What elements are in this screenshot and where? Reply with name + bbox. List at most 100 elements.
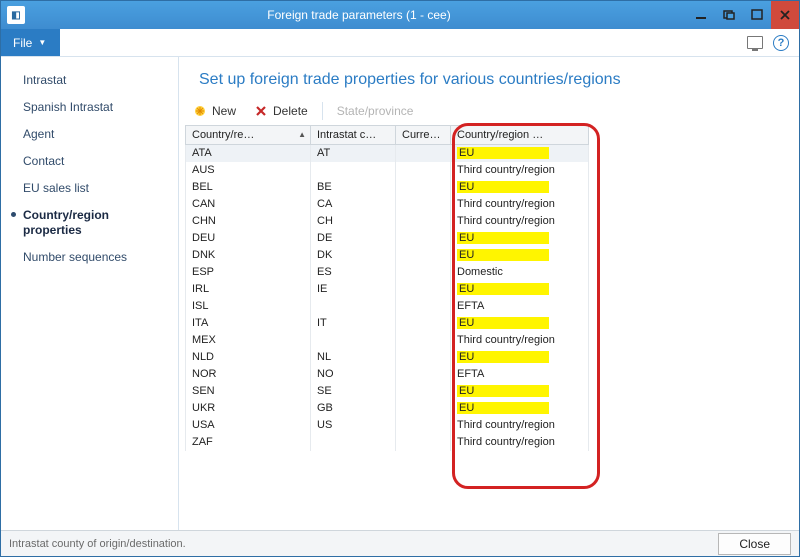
sidebar-item-number-sequences[interactable]: Number sequences	[1, 244, 178, 271]
cell[interactable]: DEU	[186, 230, 311, 247]
cell[interactable]: NO	[311, 366, 396, 383]
cell[interactable]	[396, 366, 451, 383]
cell[interactable]: EFTA	[451, 366, 589, 383]
table-row[interactable]: ISL EFTA	[186, 298, 589, 315]
cell[interactable]: NL	[311, 349, 396, 366]
table-row[interactable]: DNKDKEU	[186, 247, 589, 264]
cell[interactable]	[311, 434, 396, 451]
sidebar-item-agent[interactable]: Agent	[1, 121, 178, 148]
table-row[interactable]: IRLIE EU	[186, 281, 589, 298]
help-icon[interactable]: ?	[773, 35, 789, 51]
table-row[interactable]: MEX Third country/region	[186, 332, 589, 349]
cell[interactable]: Third country/region	[451, 417, 589, 434]
cell[interactable]: IT	[311, 315, 396, 332]
table-row[interactable]: UKRGB EU	[186, 400, 589, 417]
cell[interactable]: NLD	[186, 349, 311, 366]
col-country[interactable]: Country/re…▲	[186, 126, 311, 145]
sidebar-item-contact[interactable]: Contact	[1, 148, 178, 175]
table-row[interactable]: BELBEEU	[186, 179, 589, 196]
cell[interactable]: EU	[451, 281, 589, 298]
sidebar-item-spanish-intrastat[interactable]: Spanish Intrastat	[1, 94, 178, 121]
cell[interactable]: CAN	[186, 196, 311, 213]
view-icon[interactable]	[747, 36, 763, 49]
cell[interactable]: EU	[451, 247, 589, 264]
cell[interactable]	[396, 349, 451, 366]
cell[interactable]: ZAF	[186, 434, 311, 451]
cell[interactable]	[396, 434, 451, 451]
cell[interactable]: AT	[311, 145, 396, 162]
file-menu-button[interactable]: File ▼	[1, 29, 60, 56]
cell[interactable]	[396, 196, 451, 213]
cell[interactable]: EU	[451, 230, 589, 247]
cell[interactable]: EU	[451, 179, 589, 196]
cell[interactable]: Third country/region	[451, 332, 589, 349]
table-row[interactable]: AUS Third country/region	[186, 162, 589, 179]
cell[interactable]	[396, 230, 451, 247]
cell[interactable]: ATA	[186, 145, 311, 162]
restore-button[interactable]	[715, 1, 743, 29]
cell[interactable]: Third country/region	[451, 162, 589, 179]
cell[interactable]: IE	[311, 281, 396, 298]
cell[interactable]	[396, 383, 451, 400]
col-country-region-type[interactable]: Country/region …	[451, 126, 589, 145]
table-row[interactable]: SENSE EU	[186, 383, 589, 400]
cell[interactable]	[396, 332, 451, 349]
table-row[interactable]: ITAIT EU	[186, 315, 589, 332]
table-row[interactable]: ESPESDomestic	[186, 264, 589, 281]
cell[interactable]: Third country/region	[451, 213, 589, 230]
cell[interactable]	[311, 332, 396, 349]
cell[interactable]	[396, 281, 451, 298]
cell[interactable]: SE	[311, 383, 396, 400]
cell[interactable]: UKR	[186, 400, 311, 417]
cell[interactable]	[396, 247, 451, 264]
delete-button[interactable]: Delete	[246, 101, 316, 121]
table-row[interactable]: ATAAT EU	[186, 145, 589, 162]
cell[interactable]: BE	[311, 179, 396, 196]
cell[interactable]	[396, 400, 451, 417]
cell[interactable]: EU	[451, 383, 589, 400]
cell[interactable]: Domestic	[451, 264, 589, 281]
cell[interactable]	[311, 162, 396, 179]
cell[interactable]: EU	[451, 349, 589, 366]
cell[interactable]: Third country/region	[451, 196, 589, 213]
cell[interactable]: CH	[311, 213, 396, 230]
cell[interactable]: IRL	[186, 281, 311, 298]
table-row[interactable]: USAUSThird country/region	[186, 417, 589, 434]
table-row[interactable]: CANCA Third country/region	[186, 196, 589, 213]
cell[interactable]: EFTA	[451, 298, 589, 315]
cell[interactable]	[396, 162, 451, 179]
close-button[interactable]: Close	[718, 533, 791, 555]
close-window-button[interactable]	[771, 1, 799, 29]
cell[interactable]: NOR	[186, 366, 311, 383]
cell[interactable]: USA	[186, 417, 311, 434]
new-button[interactable]: New	[185, 101, 244, 121]
cell[interactable]: ITA	[186, 315, 311, 332]
cell[interactable]: SEN	[186, 383, 311, 400]
cell[interactable]: MEX	[186, 332, 311, 349]
cell[interactable]: EU	[451, 315, 589, 332]
col-intrastat[interactable]: Intrastat c…	[311, 126, 396, 145]
cell[interactable]	[396, 298, 451, 315]
cell[interactable]: EU	[451, 145, 589, 162]
cell[interactable]: EU	[451, 400, 589, 417]
cell[interactable]: Third country/region	[451, 434, 589, 451]
maximize-button[interactable]	[743, 1, 771, 29]
col-currency[interactable]: Curre…	[396, 126, 451, 145]
cell[interactable]	[396, 417, 451, 434]
cell[interactable]: GB	[311, 400, 396, 417]
table-row[interactable]: NORNO EFTA	[186, 366, 589, 383]
cell[interactable]: CHN	[186, 213, 311, 230]
cell[interactable]	[396, 179, 451, 196]
cell[interactable]: DK	[311, 247, 396, 264]
minimize-button[interactable]	[687, 1, 715, 29]
cell[interactable]: ISL	[186, 298, 311, 315]
table-row[interactable]: DEUDEEU	[186, 230, 589, 247]
table-row[interactable]: NLDNL EU	[186, 349, 589, 366]
sidebar-item-eu-sales-list[interactable]: EU sales list	[1, 175, 178, 202]
cell[interactable]: AUS	[186, 162, 311, 179]
cell[interactable]: CA	[311, 196, 396, 213]
table-row[interactable]: ZAF Third country/region	[186, 434, 589, 451]
cell[interactable]	[396, 315, 451, 332]
cell[interactable]	[396, 145, 451, 162]
cell[interactable]	[396, 213, 451, 230]
